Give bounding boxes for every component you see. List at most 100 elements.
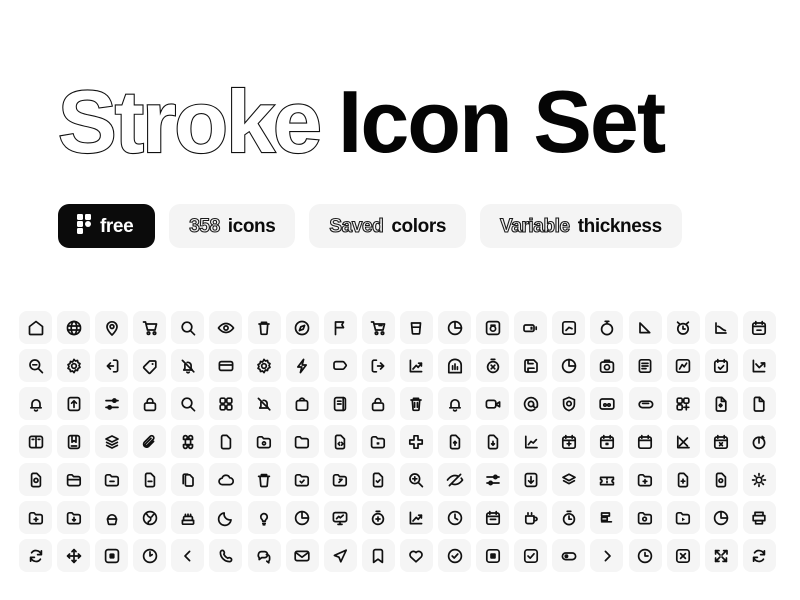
icon-cell-cart-add-icon[interactable]: [361, 311, 395, 344]
icon-cell-bag-icon[interactable]: [285, 387, 319, 420]
icon-cell-phone-icon[interactable]: [209, 539, 243, 572]
icon-cell-list-icon[interactable]: [628, 349, 662, 382]
icon-cell-send-icon[interactable]: [323, 539, 357, 572]
icon-cell-arrow-down-right-icon[interactable]: [628, 311, 662, 344]
icon-cell-label-icon[interactable]: [323, 349, 357, 382]
icon-cell-folder-plus-icon[interactable]: [19, 501, 52, 534]
icon-cell-chevron-right-icon[interactable]: [590, 539, 624, 572]
icon-cell-file-minus-icon[interactable]: [133, 463, 167, 496]
icon-cell-scatter-chart-icon[interactable]: [666, 425, 700, 458]
icon-cell-search-icon[interactable]: [171, 311, 205, 344]
icon-cell-monitor-chart-icon[interactable]: [323, 501, 357, 534]
icon-cell-bookmark-icon[interactable]: [361, 539, 395, 572]
icon-cell-unlock-icon[interactable]: [361, 387, 395, 420]
icon-cell-close-box-icon[interactable]: [666, 539, 700, 572]
icon-cell-expand-icon[interactable]: [704, 539, 738, 572]
icon-cell-check-circle-icon[interactable]: [438, 539, 472, 572]
icon-cell-clock-icon[interactable]: [438, 501, 472, 534]
icon-cell-sun-icon[interactable]: [742, 463, 776, 496]
icon-cell-book-icon[interactable]: [323, 387, 357, 420]
icon-cell-document-icon[interactable]: [742, 387, 776, 420]
badge-icon-count[interactable]: 358 icons: [169, 204, 296, 248]
icon-cell-folder-add-icon[interactable]: [628, 463, 662, 496]
icon-cell-shield-icon[interactable]: [552, 387, 586, 420]
icon-cell-zoom-out-icon[interactable]: [19, 349, 52, 382]
icon-cell-chevron-left-icon[interactable]: [171, 539, 205, 572]
icon-cell-folder-share-icon[interactable]: [323, 463, 357, 496]
icon-cell-folder-eye-icon[interactable]: [247, 425, 281, 458]
icon-cell-file-add-icon[interactable]: [666, 463, 700, 496]
icon-cell-calendar-blank-icon[interactable]: [628, 425, 662, 458]
icon-cell-chart-box-icon[interactable]: [552, 311, 586, 344]
icon-cell-toggle-icon[interactable]: [552, 539, 586, 572]
icon-cell-notification-off-icon[interactable]: [247, 387, 281, 420]
icon-cell-compass-icon[interactable]: [285, 311, 319, 344]
badge-saved-colors[interactable]: Saved colors: [309, 204, 467, 248]
icon-cell-printer-icon[interactable]: [742, 501, 776, 534]
icon-cell-folder-open-icon[interactable]: [57, 463, 91, 496]
icon-cell-credit-card-icon[interactable]: [209, 349, 243, 382]
icon-cell-settings-icon[interactable]: [247, 349, 281, 382]
icon-cell-lightning-icon[interactable]: [285, 349, 319, 382]
icon-cell-file-up-icon[interactable]: [438, 425, 472, 458]
icon-cell-stopwatch-icon[interactable]: [590, 311, 624, 344]
icon-cell-calendar-remove-icon[interactable]: [704, 425, 738, 458]
icon-cell-search-circle-icon[interactable]: [171, 387, 205, 420]
icon-cell-file-refresh-icon[interactable]: [19, 463, 52, 496]
icon-cell-bell-ring-icon[interactable]: [438, 387, 472, 420]
icon-cell-calendar-add-icon[interactable]: [552, 425, 586, 458]
icon-cell-calendar-icon[interactable]: [742, 311, 776, 344]
icon-cell-bell-icon[interactable]: [19, 387, 52, 420]
icon-cell-cloud-icon[interactable]: [209, 463, 243, 496]
icon-cell-refresh-icon[interactable]: [19, 539, 52, 572]
icon-cell-zoom-in-icon[interactable]: [399, 463, 433, 496]
icon-cell-calendar-check-icon[interactable]: [704, 349, 738, 382]
icon-cell-move-icon[interactable]: [57, 539, 91, 572]
icon-cell-chart-curve-icon[interactable]: [704, 311, 738, 344]
icon-cell-eye-off-icon[interactable]: [438, 463, 472, 496]
icon-cell-sync-icon[interactable]: [742, 539, 776, 572]
icon-cell-cake-icon[interactable]: [171, 501, 205, 534]
icon-cell-eye-icon[interactable]: [209, 311, 243, 344]
icon-cell-timer-off-icon[interactable]: [476, 349, 510, 382]
icon-cell-folder-sync-icon[interactable]: [628, 501, 662, 534]
icon-cell-pie-2-icon[interactable]: [704, 501, 738, 534]
icon-cell-chart-pie-icon[interactable]: [285, 501, 319, 534]
icon-cell-attachment-icon[interactable]: [133, 425, 167, 458]
icon-cell-file-code-icon[interactable]: [323, 425, 357, 458]
icon-cell-camera-square-icon[interactable]: [95, 539, 129, 572]
icon-cell-folder-check-icon[interactable]: [285, 463, 319, 496]
icon-cell-cup-icon[interactable]: [399, 311, 433, 344]
icon-cell-save-icon[interactable]: [514, 349, 548, 382]
icon-cell-mug-icon[interactable]: [514, 501, 548, 534]
icon-cell-globe-icon[interactable]: [57, 311, 91, 344]
icon-cell-book-open-icon[interactable]: [19, 425, 52, 458]
icon-cell-file-down-icon[interactable]: [476, 425, 510, 458]
icon-cell-camera-box-icon[interactable]: [476, 311, 510, 344]
icon-cell-analytics-icon[interactable]: [666, 349, 700, 382]
icon-cell-clock-arrow-icon[interactable]: [133, 539, 167, 572]
icon-cell-grid-icon[interactable]: [209, 387, 243, 420]
icon-cell-stack-icon[interactable]: [552, 463, 586, 496]
icon-cell-timer-add-icon[interactable]: [361, 501, 395, 534]
icon-cell-chat-icon[interactable]: [247, 539, 281, 572]
icon-cell-trash-lid-icon[interactable]: [247, 463, 281, 496]
icon-cell-trend-up-icon[interactable]: [399, 349, 433, 382]
icon-cell-at-icon[interactable]: [514, 387, 548, 420]
icon-cell-mail-icon[interactable]: [285, 539, 319, 572]
icon-cell-bar-chart-icon[interactable]: [438, 349, 472, 382]
icon-cell-download-box-icon[interactable]: [514, 463, 548, 496]
icon-cell-bookmark-square-icon[interactable]: [57, 425, 91, 458]
icon-cell-grid-add-icon[interactable]: [666, 387, 700, 420]
icon-cell-chart-bars-icon[interactable]: [590, 501, 624, 534]
icon-cell-growth-icon[interactable]: [399, 501, 433, 534]
icon-cell-home-icon[interactable]: [19, 311, 52, 344]
icon-cell-login-icon[interactable]: [95, 349, 129, 382]
icon-cell-paperclip-icon[interactable]: [628, 387, 662, 420]
icon-cell-battery-icon[interactable]: [514, 311, 548, 344]
badge-free[interactable]: free: [58, 204, 156, 248]
icon-cell-files-icon[interactable]: [171, 463, 205, 496]
icon-cell-calendar-day-icon[interactable]: [476, 501, 510, 534]
icon-cell-heart-icon[interactable]: [399, 539, 433, 572]
icon-cell-line-chart-icon[interactable]: [514, 425, 548, 458]
